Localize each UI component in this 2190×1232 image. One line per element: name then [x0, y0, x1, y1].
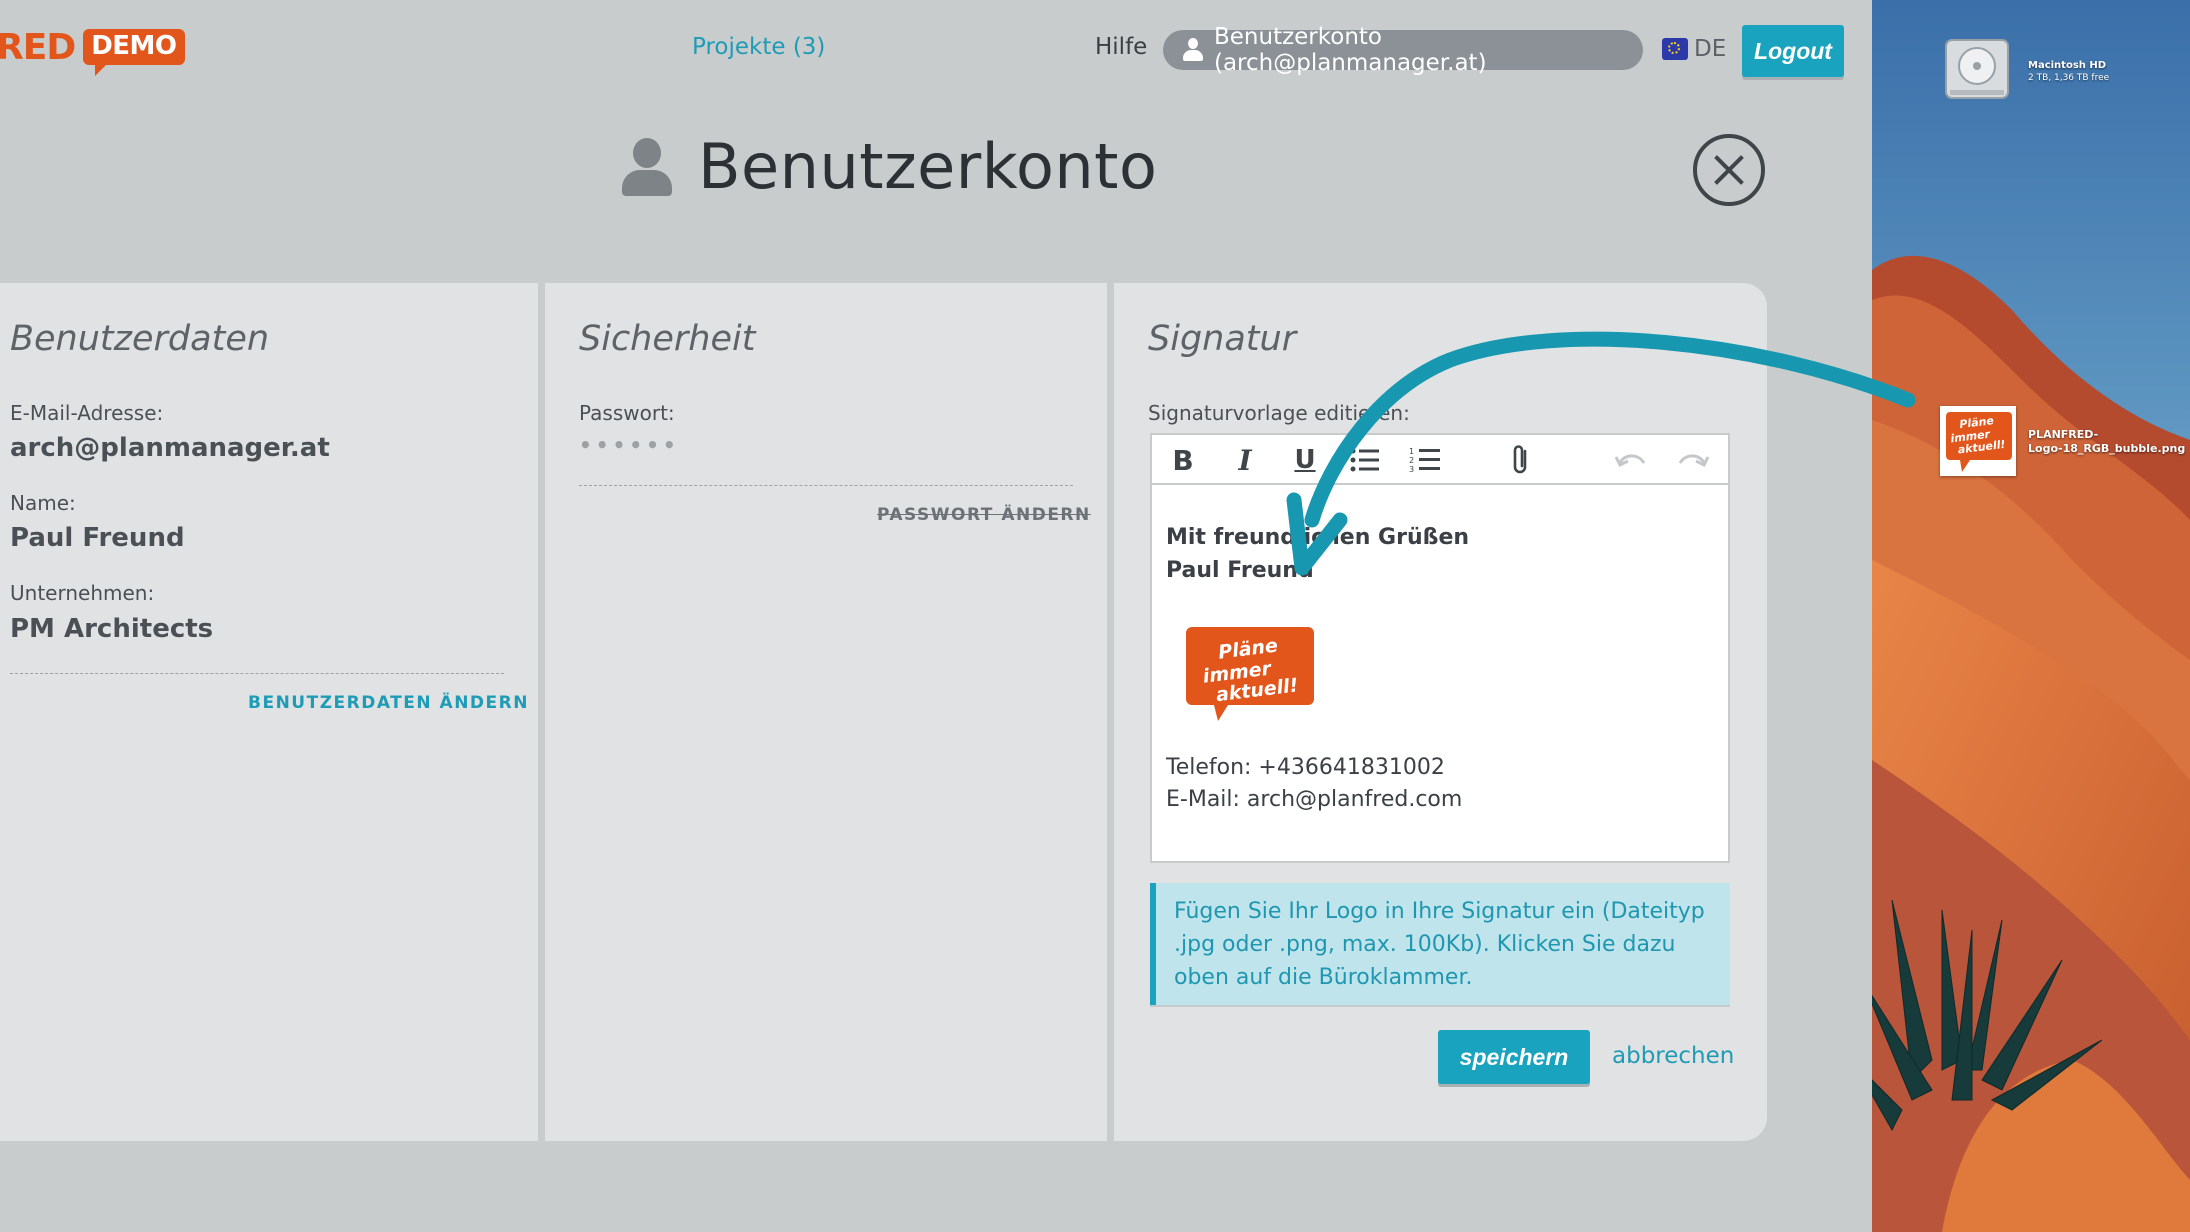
- signature-email: E-Mail: arch@planfred.com: [1166, 787, 1463, 812]
- italic-button[interactable]: I: [1228, 443, 1262, 477]
- paperclip-icon[interactable]: [1504, 443, 1538, 477]
- password-value: ••••••: [579, 433, 680, 457]
- company-label: Unternehmen:: [10, 581, 155, 605]
- editor-content[interactable]: Mit freundlichen Grüßen Paul Freund Plän…: [1152, 485, 1728, 861]
- file-name-line2: Logo-18_RGB_bubble.png: [2028, 442, 2186, 455]
- user-icon: [620, 137, 674, 196]
- divider: [10, 673, 504, 674]
- logo-text: RED: [0, 26, 76, 68]
- desktop-wallpaper: [1872, 0, 2190, 1232]
- projects-link[interactable]: Projekte (3): [692, 34, 825, 60]
- file-name-line1: PLANFRED-: [2028, 428, 2099, 441]
- numbered-list-icon[interactable]: 123: [1408, 443, 1442, 477]
- email-value: arch@planmanager.at: [10, 433, 330, 463]
- underline-button[interactable]: U: [1288, 443, 1322, 477]
- user-data-panel: Benutzerdaten E-Mail-Adresse: arch@planm…: [0, 283, 538, 1141]
- desktop: Macintosh HD 2 TB, 1,36 TB free Pläne im…: [1872, 0, 2190, 1232]
- company-value: PM Architects: [10, 614, 214, 644]
- disk-name: Macintosh HD: [2028, 60, 2107, 71]
- change-password-link[interactable]: PASSWORT ÄNDERN: [877, 505, 1091, 525]
- name-label: Name:: [10, 491, 76, 515]
- bold-button[interactable]: B: [1166, 443, 1200, 477]
- undo-icon[interactable]: [1614, 443, 1648, 477]
- user-icon: [1181, 38, 1204, 62]
- svg-text:3: 3: [1409, 465, 1414, 474]
- png-file-icon[interactable]: Pläne immer aktuell!: [1940, 406, 2016, 476]
- signature-name: Paul Freund: [1166, 558, 1314, 583]
- security-panel: Sicherheit Passwort: •••••• PASSWORT ÄND…: [545, 283, 1107, 1141]
- editor-label: Signaturvorlage editieren:: [1148, 401, 1410, 425]
- close-icon[interactable]: [1693, 134, 1765, 206]
- svg-text:2: 2: [1409, 456, 1414, 465]
- bullet-list-icon[interactable]: [1348, 443, 1382, 477]
- redo-icon[interactable]: [1676, 443, 1710, 477]
- signature-phone: Telefon: +436641831002: [1166, 755, 1445, 780]
- logout-button[interactable]: Logout: [1742, 25, 1844, 77]
- name-value: Paul Freund: [10, 523, 185, 553]
- logo-demo-badge: DEMO: [83, 29, 185, 76]
- help-link[interactable]: Hilfe: [1095, 34, 1147, 60]
- planfred-logo-image: Pläne immer aktuell!: [1186, 627, 1314, 721]
- edit-user-data-link[interactable]: BENUTZERDATEN ÄNDERN: [248, 693, 529, 713]
- panel-title: Sicherheit: [579, 319, 756, 359]
- account-button[interactable]: Benutzerkonto (arch@planmanager.at): [1163, 24, 1643, 76]
- email-label: E-Mail-Adresse:: [10, 401, 164, 425]
- page-header: Benutzerkonto: [620, 130, 1157, 203]
- account-label: Benutzerkonto (arch@planmanager.at): [1213, 24, 1487, 76]
- editor-toolbar: B I U 123: [1152, 435, 1728, 485]
- panel-title: Benutzerdaten: [10, 319, 270, 359]
- save-button[interactable]: speichern: [1438, 1030, 1590, 1084]
- signature-panel: Signatur Signaturvorlage editieren: B I …: [1114, 283, 1767, 1141]
- app-window: RED DEMO Projekte (3) Hilfe Benutzerkont…: [0, 0, 1872, 1232]
- page-title: Benutzerkonto: [698, 130, 1158, 203]
- hard-disk-label: Macintosh HD 2 TB, 1,36 TB free: [2028, 60, 2109, 84]
- file-thumbnail: Pläne immer aktuell!: [1946, 412, 2012, 472]
- password-label: Passwort:: [579, 401, 675, 425]
- language-selector[interactable]: DE: [1662, 36, 1726, 62]
- panel-title: Signatur: [1148, 319, 1297, 359]
- hard-disk-icon[interactable]: [1940, 32, 2014, 106]
- language-label: DE: [1694, 36, 1727, 62]
- app-logo[interactable]: RED DEMO: [0, 26, 185, 76]
- svg-text:1: 1: [1409, 447, 1414, 456]
- disk-info: 2 TB, 1,36 TB free: [2028, 73, 2110, 83]
- logo-hint-message: Fügen Sie Ihr Logo in Ihre Signatur ein …: [1150, 883, 1730, 1005]
- eu-flag-icon: [1662, 38, 1688, 60]
- file-label: PLANFRED- Logo-18_RGB_bubble.png: [2028, 428, 2185, 456]
- divider: [579, 485, 1073, 486]
- cancel-link[interactable]: abbrechen: [1612, 1043, 1734, 1069]
- signature-editor[interactable]: B I U 123 Mit freundlichen Grüßen Paul F…: [1150, 433, 1730, 863]
- signature-greeting: Mit freundlichen Grüßen: [1166, 525, 1470, 550]
